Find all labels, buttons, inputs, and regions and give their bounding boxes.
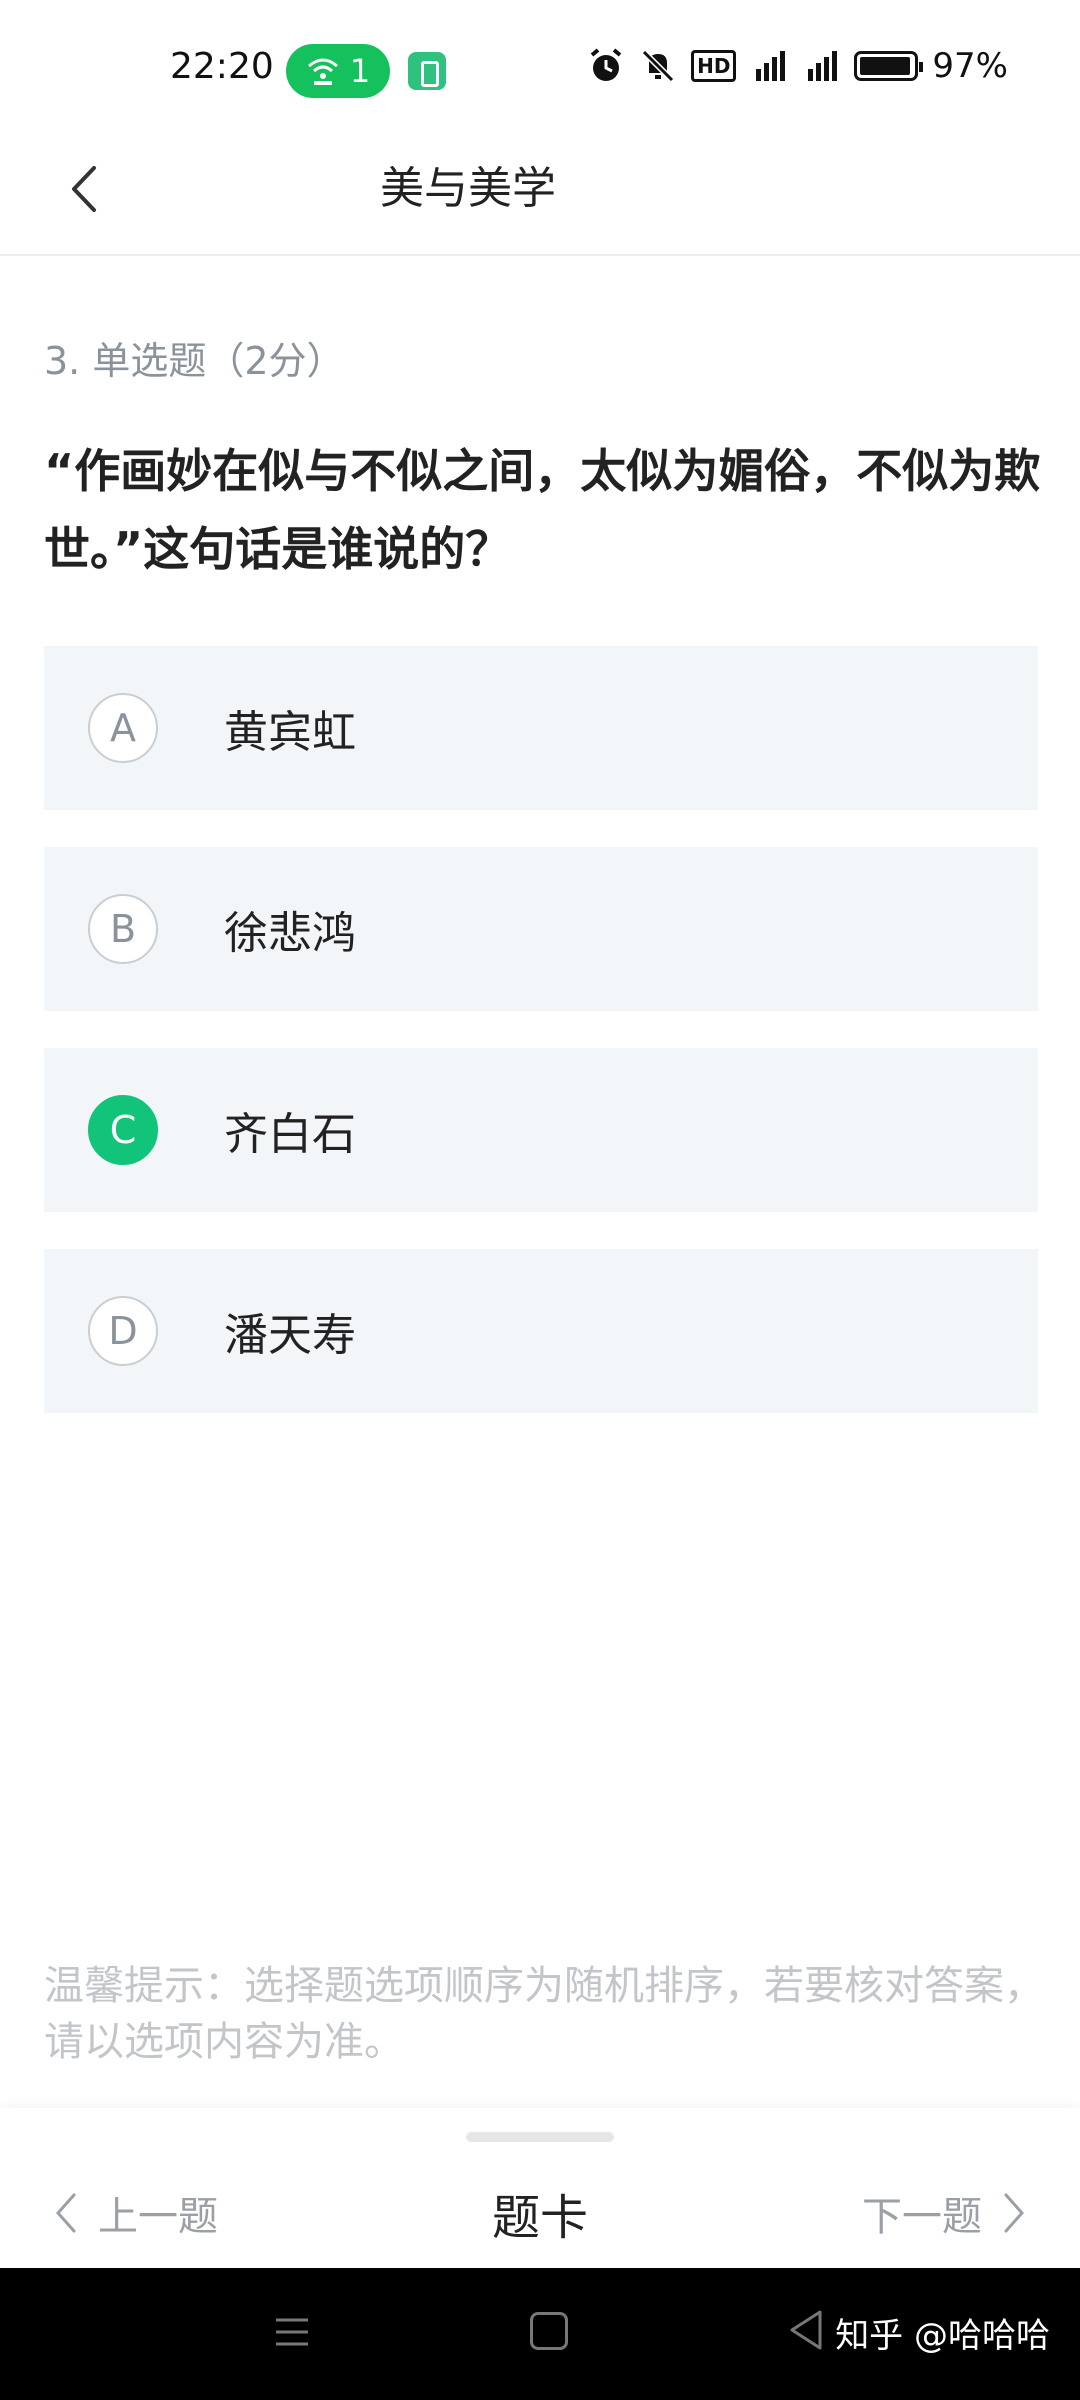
mute-bell-icon — [641, 49, 675, 83]
drag-handle[interactable] — [466, 2132, 614, 2142]
chevron-right-icon — [1004, 2193, 1025, 2233]
tip-text: 温馨提示：选择题选项顺序为随机排序，若要核对答案，请以选项内容为准。 — [44, 1963, 1044, 2065]
option-letter: B — [88, 894, 158, 964]
watermark: 知乎 @哈哈哈 — [835, 2316, 1050, 2356]
system-nav-bar: 知乎 @哈哈哈 — [0, 2268, 1080, 2400]
option-text: 齐白石 — [224, 1109, 356, 1160]
option-letter: A — [88, 693, 158, 763]
option-a[interactable]: A 黄宾虹 — [44, 646, 1038, 810]
option-text: 潘天寿 — [224, 1310, 356, 1361]
back-triangle-icon[interactable] — [786, 2308, 826, 2352]
hotspot-pill[interactable]: 1 — [286, 44, 390, 98]
option-text: 黄宾虹 — [224, 707, 356, 758]
charging-icon — [408, 52, 446, 90]
page-title: 美与美学 — [380, 163, 556, 214]
chevron-left-icon — [55, 2193, 76, 2233]
next-question-label: 下一题 — [862, 2194, 982, 2240]
question-card-button[interactable]: 题卡 — [492, 2190, 588, 2246]
prev-question-label: 上一题 — [98, 2194, 218, 2240]
hd-voice-icon: HD — [691, 50, 737, 82]
prev-question-button[interactable]: 上一题 — [52, 2184, 218, 2242]
option-c[interactable]: C 齐白石 — [44, 1048, 1038, 1212]
question-text: “作画妙在似与不似之间，太似为媚俗，不似为欺世。”这句话是谁说的？ — [44, 444, 1041, 576]
option-b[interactable]: B 徐悲鸿 — [44, 847, 1038, 1011]
signal-5g-icon — [756, 51, 786, 81]
status-time: 22:20 — [170, 46, 274, 87]
hotspot-count: 1 — [349, 52, 371, 90]
header: 美与美学 — [0, 140, 1080, 256]
next-question-button[interactable]: 下一题 — [862, 2184, 1028, 2242]
alarm-icon — [590, 48, 622, 81]
status-bar: 22:20 1 HD 97% — [0, 0, 1080, 140]
battery-percent: 97% — [932, 46, 1008, 86]
bottom-bar: 上一题 题卡 下一题 — [0, 2108, 1080, 2268]
question-meta: 3. 单选题（2分） — [44, 339, 345, 383]
option-text: 徐悲鸿 — [224, 908, 356, 959]
signal-4g-icon — [808, 51, 838, 81]
home-icon[interactable] — [530, 2312, 568, 2350]
status-icons: HD 97% — [587, 46, 1008, 86]
option-d[interactable]: D 潘天寿 — [44, 1249, 1038, 1413]
hotspot-icon — [307, 58, 338, 85]
menu-icon[interactable] — [272, 2312, 312, 2352]
option-letter-selected: C — [88, 1095, 158, 1165]
option-letter: D — [88, 1296, 158, 1366]
battery-icon — [854, 51, 924, 81]
